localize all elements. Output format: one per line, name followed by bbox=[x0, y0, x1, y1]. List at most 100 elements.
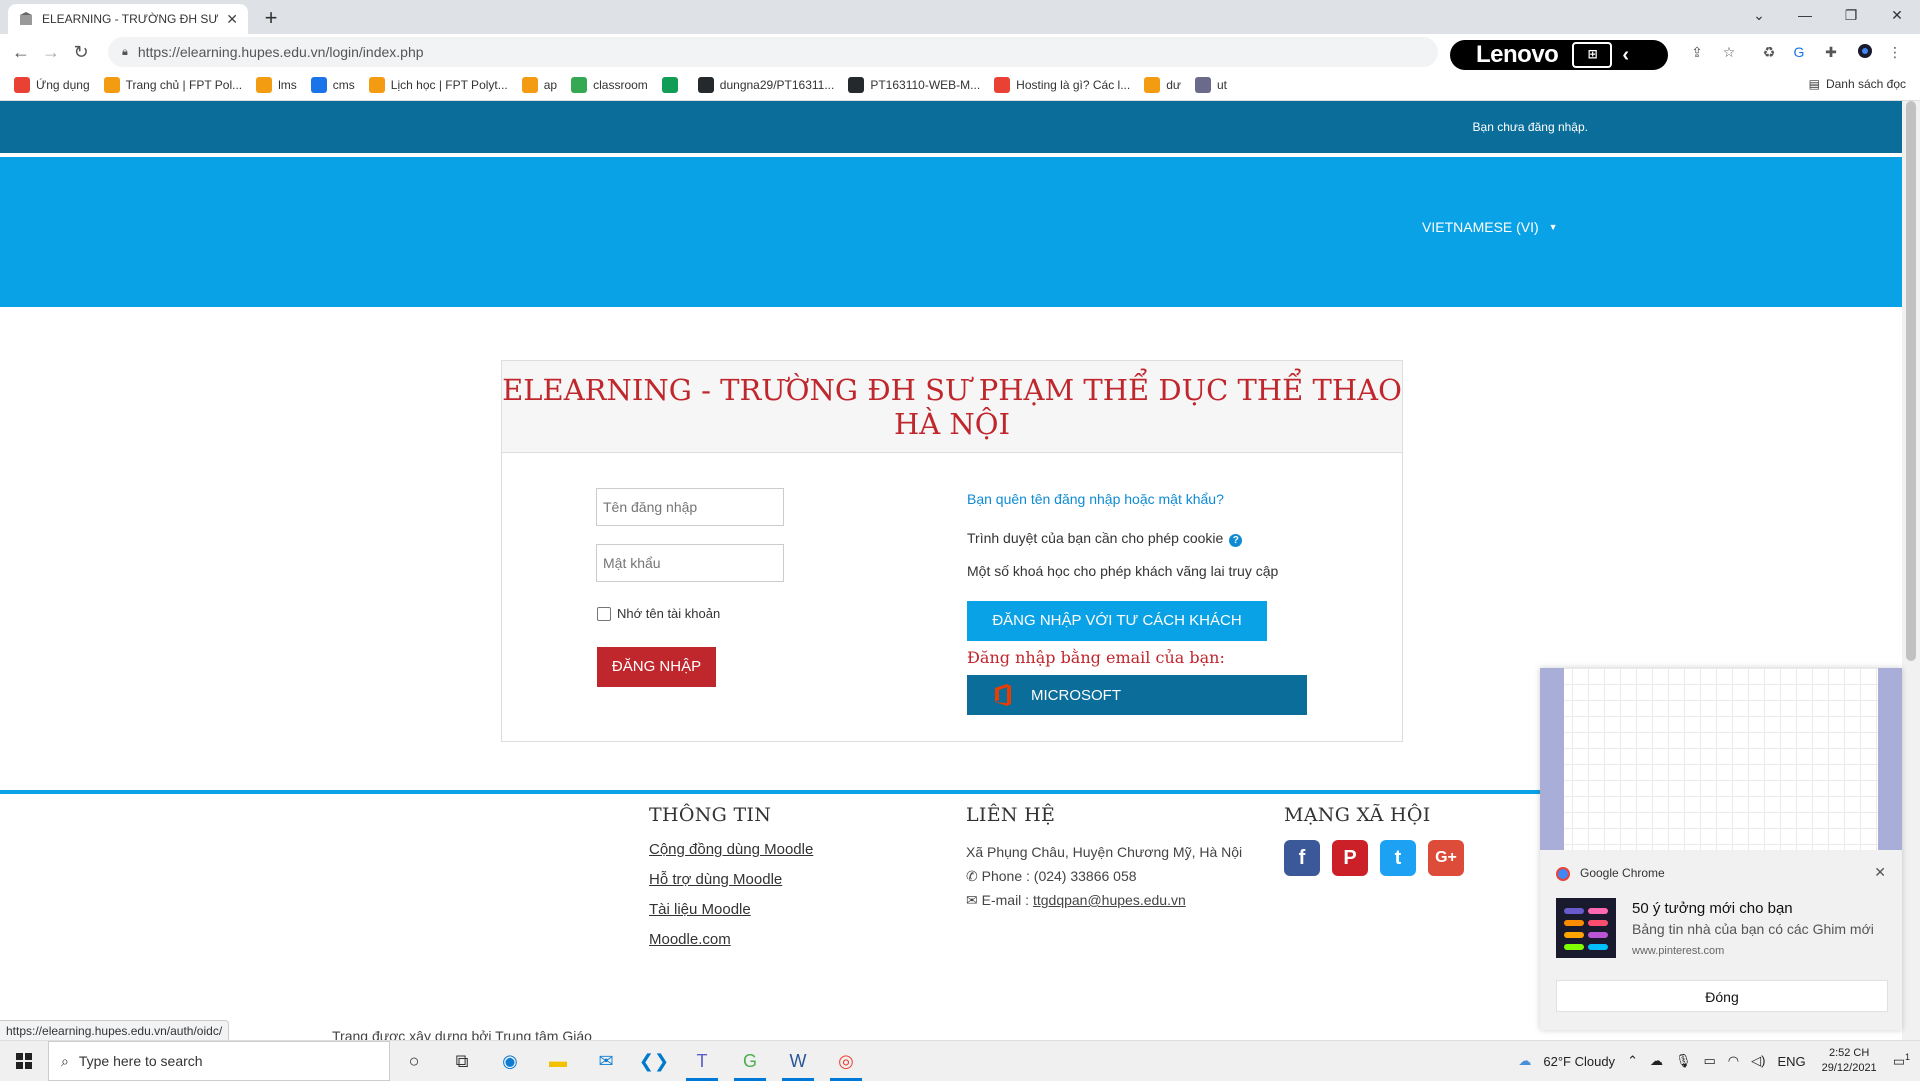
file-explorer-icon[interactable]: ▬ bbox=[534, 1041, 582, 1081]
reading-list-label: Danh sách đọc bbox=[1825, 77, 1906, 91]
reading-list[interactable]: ▤ Danh sách đọc bbox=[1809, 77, 1906, 91]
bookmark-label: lms bbox=[278, 78, 297, 92]
bookmark-item[interactable]: dungna29/PT16311... bbox=[697, 77, 835, 93]
checkbox-box[interactable] bbox=[597, 606, 611, 621]
share-icon[interactable]: ⇪ bbox=[1688, 43, 1706, 61]
bookmark-item[interactable]: Lịch học | FPT Polyt... bbox=[368, 77, 508, 93]
onedrive-icon[interactable]: ☁ bbox=[1650, 1053, 1663, 1069]
browser-tab[interactable]: ELEARNING - TRƯỜNG ĐH SƯ PHẠM ✕ bbox=[8, 4, 248, 34]
network-icon[interactable]: ◠ bbox=[1728, 1053, 1739, 1069]
footer-contact-column: LIÊN HỆ Xã Phụng Châu, Huyện Chương Mỹ, … bbox=[966, 804, 1242, 912]
address: Xã Phụng Châu, Huyện Chương Mỹ, Hà Nội bbox=[966, 844, 1243, 860]
site-title: ELEARNING - TRƯỜNG ĐH SƯ PHẠM THỂ DỤC TH… bbox=[502, 361, 1402, 453]
word-icon[interactable]: W bbox=[774, 1041, 822, 1081]
profile-avatar[interactable] bbox=[1856, 43, 1874, 61]
bookmark-label: classroom bbox=[593, 78, 648, 92]
tab-search-icon[interactable]: ⌄ bbox=[1736, 0, 1782, 30]
moodle-community-link[interactable]: Cộng đồng dùng Moodle bbox=[649, 840, 813, 860]
google-plus-icon[interactable]: G+ bbox=[1428, 840, 1464, 876]
microsoft-login-button[interactable]: MICROSOFT bbox=[967, 675, 1307, 715]
chrome-taskbar-icon[interactable]: ◎ bbox=[822, 1041, 870, 1081]
info-heading: THÔNG TIN bbox=[649, 804, 772, 826]
coccoc-icon[interactable]: G bbox=[726, 1041, 774, 1081]
bookmark-item[interactable] bbox=[661, 77, 684, 93]
back-icon[interactable]: ← bbox=[6, 37, 36, 67]
bookmark-label: cms bbox=[332, 78, 355, 92]
language-selector[interactable]: VIETNAMESE (VI) ▼ bbox=[1422, 219, 1558, 235]
chrome-icon bbox=[1556, 867, 1570, 881]
weather-text[interactable]: 62°F Cloudy bbox=[1543, 1054, 1615, 1069]
restore-button[interactable]: ❐ bbox=[1828, 0, 1874, 30]
facebook-icon[interactable]: f bbox=[1284, 840, 1320, 876]
moodle-docs-link[interactable]: Tài liệu Moodle bbox=[649, 900, 813, 920]
bookmark-item[interactable]: Hosting là gì? Các l... bbox=[994, 77, 1130, 93]
close-tab-icon[interactable]: ✕ bbox=[226, 11, 238, 28]
microphone-icon[interactable]: 🎙︎ bbox=[1675, 1053, 1692, 1069]
scrollbar-thumb[interactable] bbox=[1906, 101, 1916, 661]
reload-icon[interactable]: ↻ bbox=[66, 37, 96, 67]
remember-username-checkbox[interactable]: Nhớ tên tài khoản bbox=[597, 606, 720, 621]
bookmark-item[interactable]: cms bbox=[310, 77, 355, 93]
status-bar-url: https://elearning.hupes.edu.vn/auth/oidc… bbox=[0, 1020, 230, 1042]
guest-login-button[interactable]: ĐĂNG NHẬP VỚI TƯ CÁCH KHÁCH bbox=[967, 601, 1267, 641]
clock[interactable]: 2:52 CH 29/12/2021 bbox=[1822, 1046, 1877, 1076]
office-icon bbox=[995, 684, 1011, 706]
cookie-notice: Trình duyệt của bạn cần cho phép cookie? bbox=[967, 530, 1243, 547]
pinterest-icon[interactable]: P bbox=[1332, 840, 1368, 876]
mail-icon[interactable]: ✉ bbox=[582, 1041, 630, 1081]
close-notification-icon[interactable]: ✕ bbox=[1874, 864, 1886, 881]
bookmark-item[interactable]: ap bbox=[521, 77, 558, 93]
bookmark-item[interactable]: dư bbox=[1144, 77, 1181, 93]
cortana-icon[interactable]: ○ bbox=[390, 1041, 438, 1081]
bookmark-icon bbox=[848, 77, 865, 93]
password-input[interactable] bbox=[596, 544, 784, 582]
action-center-icon[interactable]: ▭1 bbox=[1893, 1052, 1910, 1069]
lenovo-extension-banner[interactable]: Lenovo ⊞ ‹ bbox=[1450, 40, 1668, 70]
forward-icon[interactable]: → bbox=[36, 37, 66, 67]
forgot-password-link[interactable]: Bạn quên tên đăng nhập hoặc mật khẩu? bbox=[967, 491, 1224, 507]
bookmark-star-icon[interactable]: ☆ bbox=[1720, 43, 1738, 61]
windows-logo-icon bbox=[16, 1053, 32, 1069]
new-tab-button[interactable]: + bbox=[258, 5, 284, 31]
close-notification-button[interactable]: Đóng bbox=[1556, 980, 1888, 1012]
site-title-line1: ELEARNING - TRƯỜNG ĐH SƯ PHẠM THỂ DỤC TH… bbox=[502, 373, 1402, 407]
bookmark-item[interactable]: classroom bbox=[571, 77, 648, 93]
extensions-icon[interactable]: ✚ bbox=[1822, 43, 1840, 61]
translate-icon[interactable]: G bbox=[1790, 43, 1808, 61]
task-view-icon[interactable]: ⧉ bbox=[438, 1041, 486, 1081]
weather-icon[interactable]: ☁ bbox=[1518, 1053, 1531, 1069]
close-window-button[interactable]: ✕ bbox=[1874, 0, 1920, 30]
minimize-button[interactable]: — bbox=[1782, 0, 1828, 30]
system-tray: ☁ 62°F Cloudy ⌃ ☁ 🎙︎ ▭ ◠ ◁) ENG 2:52 CH … bbox=[1512, 1041, 1920, 1081]
bookmark-icon bbox=[521, 77, 538, 93]
edge-icon[interactable]: ◉ bbox=[486, 1041, 534, 1081]
login-button[interactable]: ĐĂNG NHẬP bbox=[597, 647, 716, 687]
input-language[interactable]: ENG bbox=[1777, 1054, 1805, 1069]
moodle-support-link[interactable]: Hỗ trợ dùng Moodle bbox=[649, 870, 813, 890]
bookmark-item[interactable]: PT163110-WEB-M... bbox=[848, 77, 980, 93]
bookmark-label: dungna29/PT16311... bbox=[719, 78, 835, 92]
moodle-com-link[interactable]: Moodle.com bbox=[649, 930, 813, 950]
twitter-icon[interactable]: t bbox=[1380, 840, 1416, 876]
bookmark-item[interactable]: Trang chủ | FPT Pol... bbox=[103, 77, 242, 93]
page-scrollbar[interactable] bbox=[1902, 101, 1920, 1040]
bookmark-item[interactable]: lms bbox=[256, 77, 297, 93]
guest-notice: Một số khoá học cho phép khách vãng lai … bbox=[967, 563, 1279, 579]
bookmark-item[interactable]: ut bbox=[1194, 77, 1227, 93]
address-bar[interactable]: 🔒︎ https://elearning.hupes.edu.vn/login/… bbox=[108, 37, 1438, 67]
bookmark-label: ap bbox=[543, 78, 558, 92]
start-button[interactable] bbox=[0, 1041, 48, 1081]
recycle-extension-icon[interactable]: ♻ bbox=[1760, 43, 1778, 61]
menu-icon[interactable]: ⋮ bbox=[1886, 43, 1904, 61]
volume-icon[interactable]: ◁) bbox=[1751, 1053, 1765, 1069]
taskbar-search[interactable]: ⌕ Type here to search bbox=[48, 1041, 390, 1081]
username-input[interactable] bbox=[596, 488, 784, 526]
chevron-left-icon[interactable]: ‹ bbox=[1622, 44, 1629, 67]
bookmark-item[interactable]: Ứng dụng bbox=[14, 77, 90, 93]
show-hidden-icons[interactable]: ⌃ bbox=[1627, 1053, 1638, 1069]
vscode-icon[interactable]: ❮❯ bbox=[630, 1041, 678, 1081]
teams-icon[interactable]: T bbox=[678, 1041, 726, 1081]
help-icon[interactable]: ? bbox=[1229, 534, 1243, 547]
battery-icon[interactable]: ▭ bbox=[1703, 1053, 1715, 1069]
email-link[interactable]: ttgdqpan@hupes.edu.vn bbox=[1033, 892, 1186, 908]
